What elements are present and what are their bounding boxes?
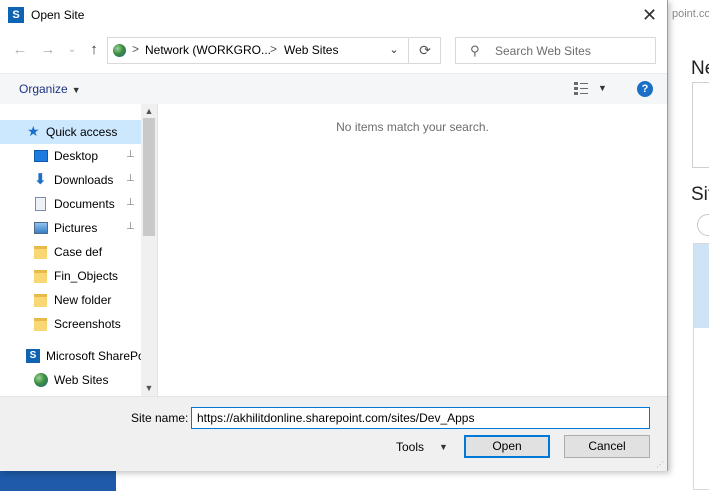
sidebar-item-label: Quick access: [46, 125, 118, 139]
background-blue-bar: [0, 470, 116, 491]
sidebar-item-label: Desktop: [54, 149, 99, 163]
site-name-input[interactable]: [191, 407, 650, 429]
sidebar-item-label: Case def: [54, 245, 103, 259]
sidebar-item-label: Microsoft SharePo: [46, 349, 145, 363]
dialog-footer: Site name: Tools ▼ Open Cancel ⋰: [0, 396, 667, 471]
pin-icon[interactable]: ⊥: [126, 173, 135, 184]
folder-icon: [34, 246, 47, 259]
chevron-down-icon: ▼: [71, 85, 81, 95]
sidebar-item-label: Pictures: [54, 221, 98, 235]
dialog-title: Open Site: [31, 8, 85, 22]
sidebar-item-case-def[interactable]: Case def: [0, 240, 141, 264]
pin-icon[interactable]: ⊥: [126, 197, 135, 208]
pictures-icon: [34, 222, 48, 234]
close-button[interactable]: ✕: [632, 0, 667, 31]
forward-button[interactable]: →: [38, 40, 58, 60]
sidebar-item-label: Documents: [54, 197, 115, 211]
sidebar-item-label: New folder: [54, 293, 112, 307]
background-selected-item: [694, 244, 709, 328]
globe-icon: [113, 44, 126, 57]
sidebar-item-pictures[interactable]: Pictures ⊥: [0, 216, 141, 240]
open-site-dialog: S Open Site ✕ ← → ⌄ ↑ > Network (WORKGRO…: [0, 0, 668, 471]
empty-message: No items match your search.: [336, 120, 489, 134]
navigation-pane: ★ Quick access Desktop ⊥ ⬇ Downloads ⊥ D…: [0, 104, 158, 396]
search-icon: ⚲: [470, 43, 480, 58]
change-view-icon[interactable]: [574, 81, 588, 95]
sidebar-item-label: Web Sites: [54, 373, 109, 387]
scroll-up-icon[interactable]: ▲: [141, 105, 157, 117]
back-button[interactable]: ←: [10, 40, 30, 60]
folder-icon: [34, 294, 47, 307]
address-dropdown-icon[interactable]: ⌄: [380, 38, 408, 63]
pin-icon[interactable]: ⊥: [126, 221, 135, 232]
background-heading-sites: Sit: [691, 184, 709, 205]
file-list-area[interactable]: No items match your search.: [158, 104, 667, 396]
refresh-icon[interactable]: ⟳: [408, 38, 441, 63]
sidebar-item-desktop[interactable]: Desktop ⊥: [0, 144, 141, 168]
toolbar: Organize ▼ ▼ ?: [0, 73, 667, 105]
open-button[interactable]: Open: [464, 435, 550, 458]
desktop-icon: [34, 150, 48, 162]
sidebar-item-label: Screenshots: [54, 317, 121, 331]
title-bar[interactable]: S Open Site ✕: [0, 0, 667, 31]
background-input-box: [692, 82, 709, 168]
search-placeholder: Search Web Sites: [495, 44, 591, 58]
sidebar-item-microsoft-sharepoint[interactable]: S Microsoft SharePo: [0, 344, 145, 368]
breadcrumb-separator[interactable]: >: [270, 42, 277, 56]
organize-button[interactable]: Organize ▼: [19, 82, 81, 96]
background-url-text: point.co: [672, 8, 709, 20]
sidebar-item-label: Fin_Objects: [54, 269, 119, 283]
tools-button[interactable]: Tools: [396, 440, 424, 454]
sidebar-item-fin-objects[interactable]: Fin_Objects: [0, 264, 141, 288]
folder-icon: [34, 270, 47, 283]
breadcrumb-network[interactable]: Network (WORKGRO...: [145, 43, 271, 57]
tools-chevron-icon[interactable]: ▼: [439, 442, 448, 452]
search-box[interactable]: ⚲ Search Web Sites: [455, 37, 656, 64]
sidebar-item-downloads[interactable]: ⬇ Downloads ⊥: [0, 168, 141, 192]
sharepoint-icon: S: [26, 349, 40, 363]
breadcrumb-separator[interactable]: >: [132, 42, 139, 56]
address-bar[interactable]: > Network (WORKGRO... > Web Sites ⌄ ⟳: [107, 37, 441, 64]
sidebar-item-screenshots[interactable]: Screenshots: [0, 312, 141, 336]
view-options-chevron-icon[interactable]: ▼: [598, 83, 607, 93]
breadcrumb-web-sites[interactable]: Web Sites: [284, 43, 338, 57]
sidebar-item-quick-access[interactable]: ★ Quick access: [0, 120, 141, 144]
organize-label: Organize: [19, 82, 68, 96]
folder-icon: [34, 318, 47, 331]
sidebar-item-label: Downloads: [54, 173, 114, 187]
cancel-button[interactable]: Cancel: [564, 435, 650, 458]
globe-icon: [34, 373, 48, 387]
background-heading-new: Ne: [691, 58, 709, 79]
scrollbar-thumb[interactable]: [143, 118, 155, 236]
site-name-label: Site name:: [131, 411, 189, 425]
download-icon: ⬇: [34, 171, 47, 188]
pin-icon[interactable]: ⊥: [126, 149, 135, 160]
sidebar-item-documents[interactable]: Documents ⊥: [0, 192, 141, 216]
scroll-down-icon[interactable]: ▼: [141, 382, 157, 394]
help-icon[interactable]: ?: [637, 81, 653, 97]
sidebar-item-new-folder[interactable]: New folder: [0, 288, 141, 312]
star-icon: ★: [27, 123, 40, 139]
recent-locations-button[interactable]: ⌄: [62, 40, 82, 60]
document-icon: [35, 197, 46, 211]
resize-grip-icon[interactable]: ⋰: [656, 460, 664, 469]
sidebar-item-web-sites[interactable]: Web Sites: [0, 368, 141, 392]
sharepoint-app-icon: S: [8, 7, 24, 23]
up-button[interactable]: ↑: [84, 40, 104, 60]
